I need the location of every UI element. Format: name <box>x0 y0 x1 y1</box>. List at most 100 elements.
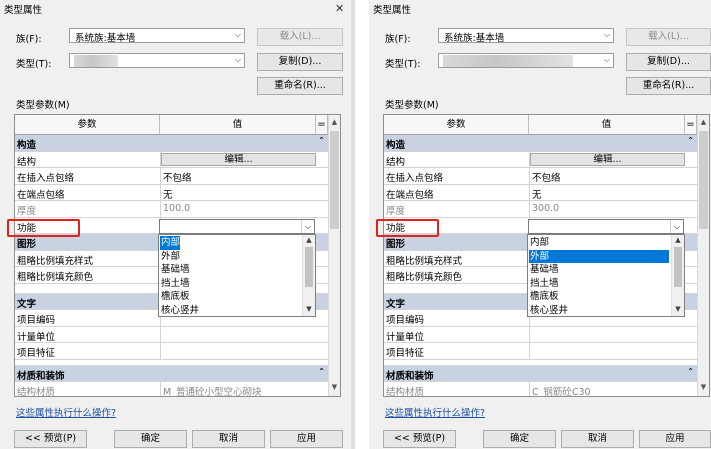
column-divider <box>529 168 530 184</box>
preview-button[interactable]: << 预览(P) <box>14 430 87 448</box>
option-exterior[interactable]: 外部 <box>529 249 669 263</box>
apply-button[interactable]: 应用 <box>639 430 711 448</box>
structure-edit-button[interactable]: 编辑... <box>530 152 685 166</box>
apply-button[interactable]: 应用 <box>270 430 343 448</box>
scroll-up-icon[interactable]: ▲ <box>672 236 684 244</box>
dropdown-scrollbar[interactable]: ▲ ▼ <box>671 235 684 316</box>
option-exterior[interactable]: 外部 <box>160 250 180 264</box>
scroll-down-icon[interactable]: ▼ <box>698 383 709 391</box>
param-label: 结构材质 <box>17 387 56 397</box>
function-options-list[interactable]: 内部 外部 基础墙 挡土墙 檐底板 核心竖井 ▲ ▼ <box>527 234 685 317</box>
family-dropdown[interactable]: 系统族:基本墙 ⌵ <box>438 28 614 44</box>
param-value[interactable]: C_钢筋砼C30 <box>532 384 591 396</box>
param-label: 厚度 <box>386 206 406 217</box>
option-foundation[interactable]: 基础墙 <box>160 263 190 277</box>
ok-button[interactable]: 确定 <box>114 430 187 448</box>
collapse-icon[interactable]: ⌃ <box>318 367 325 376</box>
rename-button[interactable]: 重命名(R)... <box>626 77 711 95</box>
sort-toggle[interactable]: = <box>685 115 697 135</box>
group-label: 构造 <box>17 140 37 151</box>
collapse-icon[interactable]: ⌃ <box>318 136 325 145</box>
grid-scrollbar[interactable]: ▲ ▼ <box>697 115 709 396</box>
cancel-button[interactable]: 取消 <box>561 430 634 448</box>
family-dropdown[interactable]: 系统族:基本墙 ⌵ <box>69 28 245 44</box>
scroll-up-icon[interactable]: ▲ <box>698 118 709 126</box>
scroll-up-icon[interactable]: ▲ <box>329 118 340 126</box>
function-dropdown[interactable]: ⌵ <box>159 219 315 234</box>
load-button[interactable]: 载入(L)... <box>626 28 711 46</box>
collapse-icon[interactable]: ⌃ <box>687 136 694 145</box>
scroll-down-icon[interactable]: ▼ <box>329 383 340 391</box>
type-dropdown[interactable]: ⌵ <box>438 53 614 68</box>
option-retaining[interactable]: 挡土墙 <box>529 277 559 291</box>
group-materials[interactable]: 材质和装饰 ⌃ <box>15 365 328 382</box>
column-divider <box>160 343 161 359</box>
sort-toggle[interactable]: = <box>316 115 328 135</box>
ok-button[interactable]: 确定 <box>483 430 556 448</box>
scroll-up-icon[interactable]: ▲ <box>303 236 315 244</box>
help-link[interactable]: 这些属性执行什么操作? <box>16 405 116 419</box>
option-retaining[interactable]: 挡土墙 <box>160 277 190 291</box>
type-properties-dialog-right: 类型属性 族(F): 系统族:基本墙 ⌵ 载入(L)... 类型(T): ⌵ 复… <box>369 0 711 449</box>
group-label: 材质和装饰 <box>386 370 434 382</box>
column-divider <box>160 184 161 200</box>
rename-button[interactable]: 重命名(R)... <box>257 77 343 95</box>
column-divider <box>160 168 161 184</box>
group-materials[interactable]: 材质和装饰 ⌃ <box>384 365 697 382</box>
close-icon[interactable]: ✕ <box>335 2 344 15</box>
group-label: 图形 <box>386 239 406 250</box>
group-construction[interactable]: 构造 ⌃ <box>15 135 328 152</box>
chevron-down-icon[interactable]: ⌵ <box>670 220 683 233</box>
duplicate-button[interactable]: 复制(D)... <box>626 53 711 71</box>
param-value: 100.0 <box>163 203 191 214</box>
option-soffit[interactable]: 檐底板 <box>160 290 190 304</box>
column-header-param[interactable]: 参数 <box>15 115 160 135</box>
scroll-thumb[interactable] <box>674 247 682 287</box>
grid-scrollbar[interactable]: ▲ ▼ <box>328 115 340 396</box>
chevron-down-icon[interactable]: ⌵ <box>301 220 314 233</box>
param-label: 在插入点包络 <box>386 173 444 184</box>
structure-edit-button[interactable]: 编辑... <box>161 152 316 166</box>
cancel-button[interactable]: 取消 <box>192 430 265 448</box>
param-label: 粗略比例填充颜色 <box>17 272 94 283</box>
collapse-icon[interactable]: ⌃ <box>687 367 694 376</box>
group-construction[interactable]: 构造 ⌃ <box>384 135 697 152</box>
scroll-thumb[interactable] <box>305 247 313 287</box>
column-divider <box>160 326 161 342</box>
param-value[interactable]: 不包络 <box>163 170 192 184</box>
option-core-shaft[interactable]: 核心竖井 <box>160 304 199 318</box>
type-label: 类型(T): <box>16 59 52 70</box>
param-value[interactable]: 无 <box>532 187 542 201</box>
column-header-value[interactable]: 值 <box>160 115 316 135</box>
param-label: 结构 <box>386 156 406 168</box>
scroll-down-icon[interactable]: ▼ <box>303 305 315 313</box>
column-divider <box>160 382 161 396</box>
option-interior[interactable]: 内部 <box>160 236 181 250</box>
scroll-thumb[interactable] <box>330 131 339 229</box>
param-value[interactable]: 不包络 <box>532 170 561 184</box>
param-label: 在插入点包络 <box>17 173 75 184</box>
load-button[interactable]: 载入(L)... <box>257 28 343 46</box>
dropdown-scrollbar[interactable]: ▲ ▼ <box>302 235 315 316</box>
function-dropdown[interactable]: ⌵ <box>528 219 684 234</box>
option-foundation[interactable]: 基础墙 <box>529 263 559 277</box>
option-soffit[interactable]: 檐底板 <box>529 290 559 304</box>
help-link[interactable]: 这些属性执行什么操作? <box>385 405 485 419</box>
option-interior[interactable]: 内部 <box>529 236 549 250</box>
function-options-list[interactable]: 内部 外部 基础墙 挡土墙 檐底板 核心竖井 ▲ ▼ <box>158 234 316 317</box>
param-value[interactable]: M_普通砼小型空心砌块 <box>163 384 261 396</box>
highlight-box <box>376 219 439 237</box>
option-core-shaft[interactable]: 核心竖井 <box>529 304 568 318</box>
duplicate-button[interactable]: 复制(D)... <box>257 53 343 71</box>
column-header-value[interactable]: 值 <box>529 115 685 135</box>
group-label: 构造 <box>386 140 406 151</box>
preview-button[interactable]: << 预览(P) <box>383 430 456 448</box>
row-item-feature: 项目特征 <box>15 343 328 360</box>
type-dropdown[interactable]: ⌵ <box>69 53 245 68</box>
scroll-thumb[interactable] <box>699 131 708 229</box>
family-value: 系统族:基本墙 <box>444 33 505 44</box>
scroll-down-icon[interactable]: ▼ <box>672 305 684 313</box>
dialog-title: 类型属性 <box>4 5 43 16</box>
column-header-param[interactable]: 参数 <box>384 115 529 135</box>
param-value[interactable]: 无 <box>163 187 173 201</box>
